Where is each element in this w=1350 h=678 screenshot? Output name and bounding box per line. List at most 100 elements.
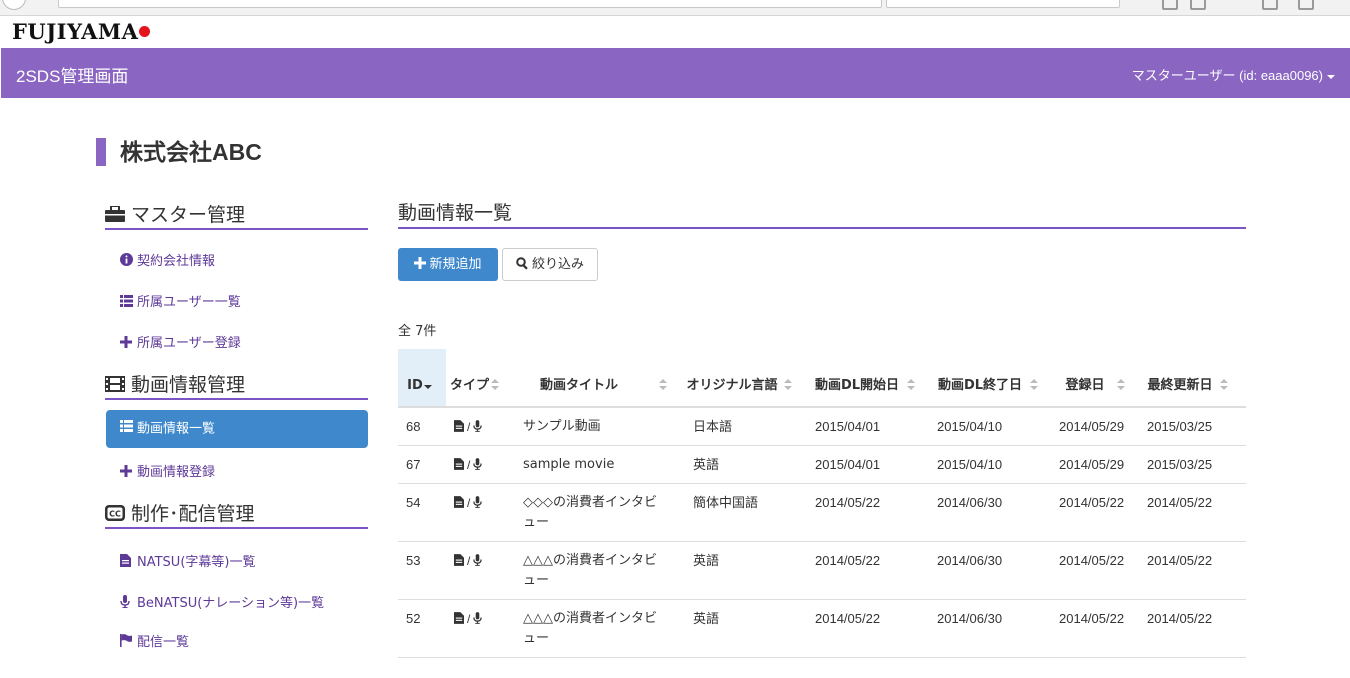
list-icon [120, 410, 133, 448]
info-circle-icon [120, 253, 133, 270]
home-icon[interactable] [1262, 0, 1278, 10]
file-icon [454, 458, 464, 472]
briefcase-icon [105, 204, 125, 227]
cell-dl-end: 2014/06/30 [937, 495, 1003, 510]
table-row[interactable]: 54 / ◇◇◇の消費者インタビュー 簡体中国語 2014/05/22 2014/06/3… [398, 484, 1246, 542]
filter-button[interactable]: 絞り込み [502, 248, 598, 281]
sidebar-item-label: NATSU(字幕等)一覧 [137, 555, 256, 570]
type-cell: / [454, 484, 483, 513]
bookmark-star-icon[interactable] [1162, 0, 1178, 10]
column-header-title[interactable]: 動画タイトル [503, 349, 671, 406]
file-icon [454, 496, 464, 510]
app-brand[interactable]: 2SDS管理画面 [16, 62, 128, 87]
file-icon [454, 612, 464, 626]
file-icon [454, 554, 464, 568]
cell-title[interactable]: △△△の消費者インタビュー [523, 542, 663, 591]
cell-lang: 日本語 [693, 419, 733, 434]
cell-title[interactable]: sample movie [523, 446, 663, 475]
type-cell: / [454, 542, 483, 571]
column-header-id[interactable]: ID [398, 349, 446, 406]
sidebar-item-label: 契約会社情報 [137, 254, 216, 269]
column-header-dl-end[interactable]: 動画DL終了日 [934, 349, 1042, 406]
cell-updated: 2015/03/25 [1147, 419, 1213, 434]
cell-id: 67 [406, 457, 421, 472]
column-label: 動画DL終了日 [937, 378, 1023, 393]
address-bar[interactable] [58, 0, 882, 8]
column-label: 動画タイトル [539, 378, 618, 393]
sidebar-section-production: CC 制作･配信管理 [105, 497, 368, 529]
type-cell: / [454, 600, 483, 629]
sidebar-item-company-info[interactable]: 契約会社情報 [120, 250, 215, 270]
plus-icon [414, 257, 429, 272]
column-header-dl-start[interactable]: 動画DL開始日 [811, 349, 919, 406]
type-separator: / [467, 420, 471, 434]
table-body: 68 / サンプル動画 日本語 2015/04/01 2015/04/10 2014/05/… [398, 408, 1246, 678]
cell-title[interactable]: ◇◇◇の消費者インタビュー [523, 484, 663, 533]
cell-updated: 2014/05/22 [1147, 495, 1213, 510]
sidebar-item-video-list[interactable]: 動画情報一覧 [106, 410, 368, 448]
table-row-partial [398, 658, 1246, 678]
microphone-icon [120, 595, 133, 612]
cell-updated: 2014/05/22 [1147, 553, 1213, 568]
table-row[interactable]: 68 / サンプル動画 日本語 2015/04/01 2015/04/10 2014/05/… [398, 408, 1246, 446]
sidebar-item-distribution-list[interactable]: 配信一覧 [120, 631, 189, 651]
cell-updated: 2014/05/22 [1147, 611, 1213, 626]
cell-id: 53 [406, 553, 421, 568]
cell-registered: 2014/05/22 [1059, 553, 1125, 568]
column-label: オリジナル言語 [686, 378, 778, 393]
column-label: 動画DL開始日 [814, 378, 900, 393]
cell-title[interactable]: サンプル動画 [523, 408, 663, 437]
cell-registered: 2014/05/22 [1059, 611, 1125, 626]
cell-id: 54 [406, 495, 421, 510]
column-header-language[interactable]: オリジナル言語 [684, 349, 796, 406]
cell-dl-end: 2014/06/30 [937, 611, 1003, 626]
cell-lang: 簡体中国語 [693, 495, 759, 510]
sidebar-item-user-list[interactable]: 所属ユーザー一覧 [120, 291, 241, 311]
sidebar-item-benatsu-list[interactable]: BeNATSU(ナレーション等)一覧 [120, 592, 324, 612]
table-row[interactable]: 52 / △△△の消費者インタビュー 英語 2014/05/22 2014/06/30 20… [398, 600, 1246, 658]
sidebar-item-user-register[interactable]: 所属ユーザー登録 [120, 332, 241, 352]
cell-dl-start: 2015/04/01 [815, 419, 881, 434]
back-button[interactable] [2, 0, 26, 10]
company-title: 株式会社ABC [96, 138, 262, 166]
sidebar-item-label: 所属ユーザー一覧 [137, 295, 241, 310]
svg-text:CC: CC [109, 509, 121, 518]
search-icon [516, 257, 532, 272]
sort-icon [1030, 379, 1038, 391]
column-header-registered[interactable]: 登録日 [1057, 349, 1129, 406]
add-new-button[interactable]: 新規追加 [398, 248, 498, 281]
library-icon[interactable] [1190, 0, 1206, 10]
table-row[interactable]: 53 / △△△の消費者インタビュー 英語 2014/05/22 2014/06/30 20… [398, 542, 1246, 600]
sidebar-item-label: BeNATSU(ナレーション等)一覧 [137, 596, 325, 611]
cell-registered: 2014/05/29 [1059, 457, 1125, 472]
browser-search-box[interactable] [886, 0, 1120, 8]
sidebar-item-video-register[interactable]: 動画情報登録 [120, 461, 215, 481]
sort-icon [659, 379, 667, 391]
table-row[interactable]: 67 / sample movie 英語 2015/04/01 2015/04/10 201… [398, 446, 1246, 484]
type-separator: / [467, 554, 471, 568]
type-cell: / [454, 446, 483, 475]
film-icon [105, 375, 125, 397]
file-icon [454, 420, 464, 434]
microphone-icon [473, 458, 483, 472]
cell-lang: 英語 [693, 611, 720, 626]
video-table: ID タイプ 動画タイトル オリジナル言語 動画DL開始日 動画DL終了日 登録… [398, 349, 1246, 678]
chat-icon[interactable] [1298, 0, 1314, 10]
column-header-updated[interactable]: 最終更新日 [1146, 349, 1232, 406]
microphone-icon [473, 496, 483, 510]
list-icon [120, 294, 133, 311]
type-separator: / [467, 458, 471, 472]
cell-registered: 2014/05/29 [1059, 419, 1125, 434]
cell-registered: 2014/05/22 [1059, 495, 1125, 510]
table-header: ID タイプ 動画タイトル オリジナル言語 動画DL開始日 動画DL終了日 登録… [398, 349, 1246, 408]
user-menu[interactable]: マスターユーザー (id: eaaa0096) [1132, 65, 1335, 84]
sidebar-item-natsu-list[interactable]: NATSU(字幕等)一覧 [120, 551, 255, 571]
sidebar-item-label: 配信一覧 [137, 635, 190, 650]
cell-dl-end: 2015/04/10 [937, 419, 1003, 434]
column-header-type[interactable]: タイプ [446, 349, 503, 406]
cell-title[interactable]: △△△の消費者インタビュー [523, 600, 663, 649]
plus-icon [120, 335, 133, 352]
sidebar-item-label: 動画情報一覧 [137, 421, 216, 437]
fujiyama-logo: FUJIYAMA [12, 19, 151, 45]
cell-dl-end: 2015/04/10 [937, 457, 1003, 472]
